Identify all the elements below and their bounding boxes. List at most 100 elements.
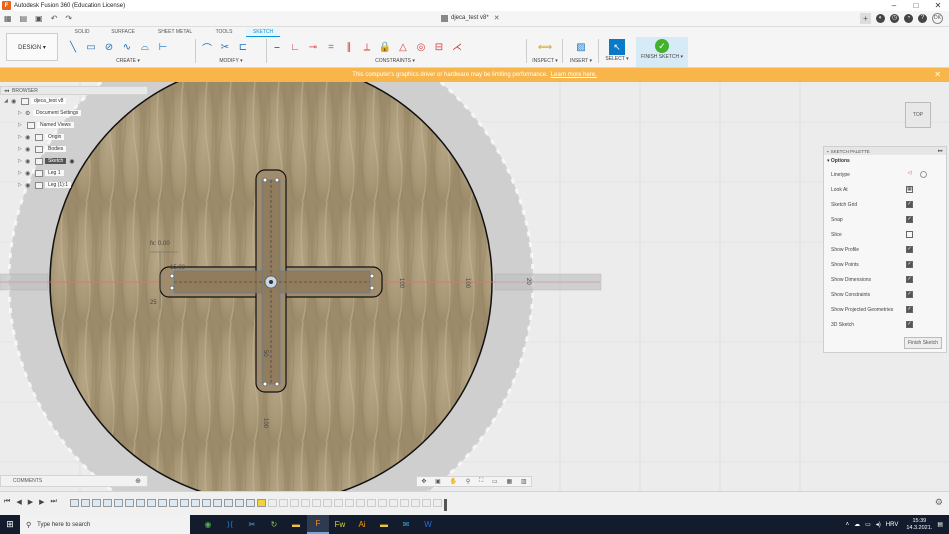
activate-radio-icon[interactable]: ◉ (69, 158, 74, 165)
timeline-track[interactable] (70, 499, 449, 511)
timeline-feature-suppressed[interactable] (312, 499, 321, 507)
timeline-feature-suppressed[interactable] (268, 499, 277, 507)
tree-item-origin[interactable]: ▷ ◉ Origin (0, 131, 148, 143)
notification-center-icon[interactable]: ▤ (937, 521, 943, 528)
timeline-feature[interactable] (158, 499, 167, 507)
expand-triangle-icon[interactable]: ▷ (18, 170, 25, 176)
taskbar-search-box[interactable]: ⚲ Type here to search (20, 515, 190, 534)
timeline-feature-suppressed[interactable] (389, 499, 398, 507)
extensions-icon[interactable]: ◐ (876, 14, 885, 23)
collapse-triangle-icon[interactable]: ◢ (4, 98, 11, 104)
finish-sketch-label[interactable]: FINISH SKETCH ▾ (636, 54, 688, 60)
workspace-switcher[interactable]: DESIGN ▾ (6, 33, 58, 61)
timeline-feature-suppressed[interactable] (323, 499, 332, 507)
grid-menu-icon[interactable]: ▦ (4, 14, 12, 23)
taskbar-clock[interactable]: 15:39 14.3.2021. (906, 518, 932, 532)
timeline-feature-suppressed[interactable] (345, 499, 354, 507)
centerline-icon[interactable] (920, 171, 927, 178)
snap-checkbox[interactable]: ✓ (906, 216, 913, 223)
word-icon[interactable]: W (417, 515, 439, 534)
slice-checkbox[interactable] (906, 231, 913, 238)
new-tab-icon[interactable]: + (860, 13, 871, 24)
visibility-eye-icon[interactable]: ◉ (25, 134, 33, 141)
step-forward-icon[interactable]: ▶ (39, 498, 44, 506)
timeline-feature[interactable] (246, 499, 255, 507)
show-profile-checkbox[interactable]: ✓ (906, 246, 913, 253)
collinear-icon[interactable]: ⋌ (448, 39, 466, 55)
collapse-icon[interactable]: ◂◂ (4, 88, 9, 94)
undo-icon[interactable]: ↶ (51, 14, 58, 23)
finish-sketch-button[interactable]: Finish Sketch (903, 337, 942, 349)
tree-item-named-views[interactable]: ▷ Named Views (0, 119, 148, 131)
pan-icon[interactable]: ✋ (450, 478, 457, 485)
timeline-feature-suppressed[interactable] (290, 499, 299, 507)
offset-icon[interactable]: ⊏ (234, 39, 252, 55)
circle-icon[interactable]: ⊘ (100, 39, 118, 55)
sketch-grid-checkbox[interactable]: ✓ (906, 201, 913, 208)
collapse-icon[interactable]: ▪ (827, 149, 829, 154)
sketch-palette-header[interactable]: ▪ SKETCH PALETTE ▸▸ (824, 147, 946, 155)
equal-icon[interactable]: = (322, 39, 340, 55)
comments-panel[interactable]: COMMENTS ⊕ (0, 475, 148, 487)
user-avatar[interactable]: DK (932, 13, 943, 24)
orbit-icon[interactable]: ✥ (421, 478, 426, 485)
redo-icon[interactable]: ↷ (65, 14, 72, 23)
timeline-feature-suppressed[interactable] (367, 499, 376, 507)
timeline-feature[interactable] (70, 499, 79, 507)
perpendicular-icon[interactable]: ⟂ (358, 39, 376, 55)
timeline-feature[interactable] (213, 499, 222, 507)
timeline-feature[interactable] (202, 499, 211, 507)
step-back-icon[interactable]: ◀ (16, 498, 21, 506)
banner-learn-more-link[interactable]: Learn more here. (551, 72, 597, 78)
snipping-tool-icon[interactable]: ✂ (241, 515, 263, 534)
visibility-eye-icon[interactable]: ◉ (25, 158, 33, 165)
parallel-icon[interactable]: ∥ (340, 39, 358, 55)
timeline-feature-suppressed[interactable] (411, 499, 420, 507)
visibility-eye-icon[interactable]: ◉ (25, 182, 33, 189)
dimension-100-right[interactable]: 100 (398, 278, 404, 289)
fusion-taskbar-icon[interactable]: F (307, 515, 329, 534)
timeline-feature-suppressed[interactable] (356, 499, 365, 507)
network-icon[interactable]: ▭ (865, 521, 871, 528)
dimension-25[interactable]: 25 (150, 300, 157, 306)
rectangle-icon[interactable]: ▭ (82, 39, 100, 55)
create-label[interactable]: CREATE ▾ (64, 58, 192, 64)
go-to-end-icon[interactable]: ⏭ (50, 498, 56, 506)
dimension-100-bottom[interactable]: 100 (262, 418, 268, 429)
timeline-settings-gear-icon[interactable]: ⚙ (935, 497, 943, 508)
file-icon[interactable]: ▤ (20, 14, 28, 23)
file-explorer-icon[interactable]: ▬ (285, 515, 307, 534)
dimension-icon[interactable]: ⊢ (154, 39, 172, 55)
timeline-feature-suppressed[interactable] (422, 499, 431, 507)
expand-triangle-icon[interactable]: ▷ (18, 158, 25, 164)
expand-triangle-icon[interactable]: ▷ (18, 134, 25, 140)
tree-item-bodies[interactable]: ▷ ◉ Bodies (0, 143, 148, 155)
visibility-eye-icon[interactable]: ◉ (25, 146, 33, 153)
expand-triangle-icon[interactable]: ▷ (18, 110, 25, 116)
measure-icon[interactable]: ⟺ (536, 39, 554, 55)
windows-start-icon[interactable]: ⊞ (0, 515, 20, 534)
expand-triangle-icon[interactable]: ▷ (18, 146, 25, 152)
look-at-icon[interactable]: ▦ (906, 186, 913, 193)
spline-icon[interactable]: ∿ (118, 39, 136, 55)
look-at-nav-icon[interactable]: ▣ (435, 478, 441, 485)
illustrator-icon[interactable]: Ai (351, 515, 373, 534)
horizontal-constraint-icon[interactable]: ⎯ (268, 39, 286, 55)
show-constraints-checkbox[interactable]: ✓ (906, 291, 913, 298)
tree-item-sketch[interactable]: ▷ ◉ Sketch ◉ (0, 155, 148, 167)
timeline-feature[interactable] (114, 499, 123, 507)
tree-item-leg-1[interactable]: ▷ ◉ Leg 1 (0, 167, 148, 179)
inspect-label[interactable]: INSPECT ▾ (530, 58, 560, 64)
tangent-icon[interactable]: ⊸ (304, 39, 322, 55)
timeline-feature-suppressed[interactable] (334, 499, 343, 507)
mail-app-icon[interactable]: Fw (329, 515, 351, 534)
fit-icon[interactable]: ⛶ (479, 478, 483, 485)
volume-icon[interactable]: ◂) (876, 521, 881, 528)
timeline-feature[interactable] (180, 499, 189, 507)
timeline-feature-suppressed[interactable] (279, 499, 288, 507)
expand-triangle-icon[interactable]: ▷ (18, 182, 25, 188)
tree-item-document-settings[interactable]: ▷ ⚙ Document Settings (0, 107, 148, 119)
timeline-marker[interactable] (444, 499, 447, 511)
timeline-feature[interactable] (224, 499, 233, 507)
maximize-button[interactable]: □ (905, 0, 927, 11)
